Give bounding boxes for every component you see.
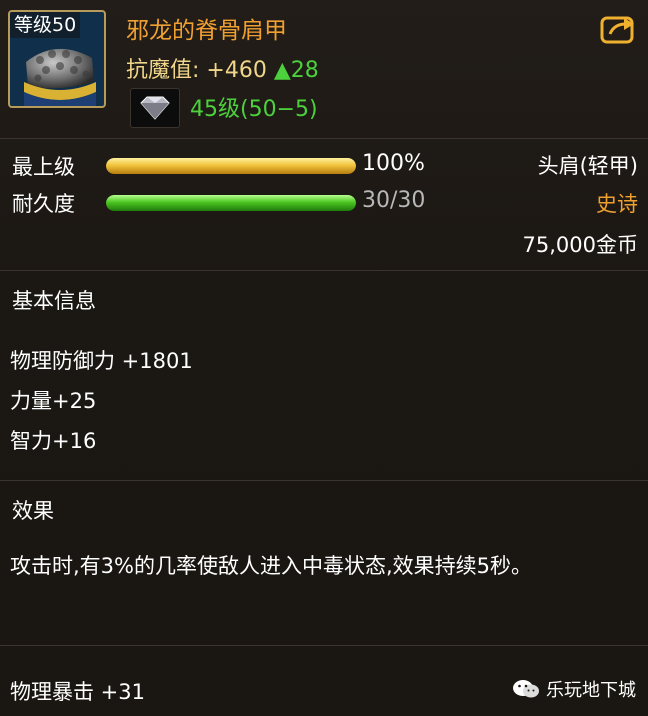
magic-resist-stat: 抗魔值: +460 ▲28 [126,52,319,84]
grade-label: 最上级 [12,155,75,179]
wechat-icon [513,680,539,698]
basic-info-line: 智力+16 [10,429,97,453]
effect-description: 攻击时,有3%的几率使敌人进入中毒状态,效果持续5秒。 [10,554,533,578]
price: 75,000金币 [522,233,638,257]
durability-label: 耐久度 [12,192,75,216]
item-level-badge: 等级50 [10,12,81,38]
share-icon[interactable] [600,14,636,44]
grade-bar-fill [106,158,356,174]
item-name: 邪龙的脊骨肩甲 [126,18,287,44]
basic-info-line: 力量+25 [10,389,97,413]
gem-slot[interactable] [130,88,180,128]
divider [0,270,648,271]
item-icon-frame: 等级50 [8,10,106,108]
grade-bar [106,158,356,174]
stat-delta: ▲28 [273,58,319,83]
stat-value: +460 [206,58,267,83]
item-tooltip: 等级50 邪龙的脊骨肩甲 抗魔值: +460 ▲28 45级(50−5) 最上级… [0,0,648,716]
divider [0,480,648,481]
watermark: 乐玩地下城 [512,676,636,702]
watermark-text: 乐玩地下城 [546,680,636,701]
gem-icon [140,96,170,120]
rarity: 史诗 [596,192,638,216]
basic-info-title: 基本信息 [12,289,96,313]
shoulder-armor-icon [16,38,100,106]
stat-label: 抗魔值: [126,58,200,83]
durability-bar-fill [106,195,356,211]
level-requirement: 45级(50−5) [190,97,318,122]
durability-bar [106,195,356,211]
durability-value: 30/30 [362,188,426,213]
equip-slot-type: 头肩(轻甲) [537,154,638,178]
extra-stat-line: 物理暴击 +31 [10,680,145,704]
grade-value: 100% [362,151,425,176]
divider [0,138,648,139]
basic-info-line: 物理防御力 +1801 [10,349,193,373]
divider [0,645,648,646]
effect-title: 效果 [12,499,54,523]
